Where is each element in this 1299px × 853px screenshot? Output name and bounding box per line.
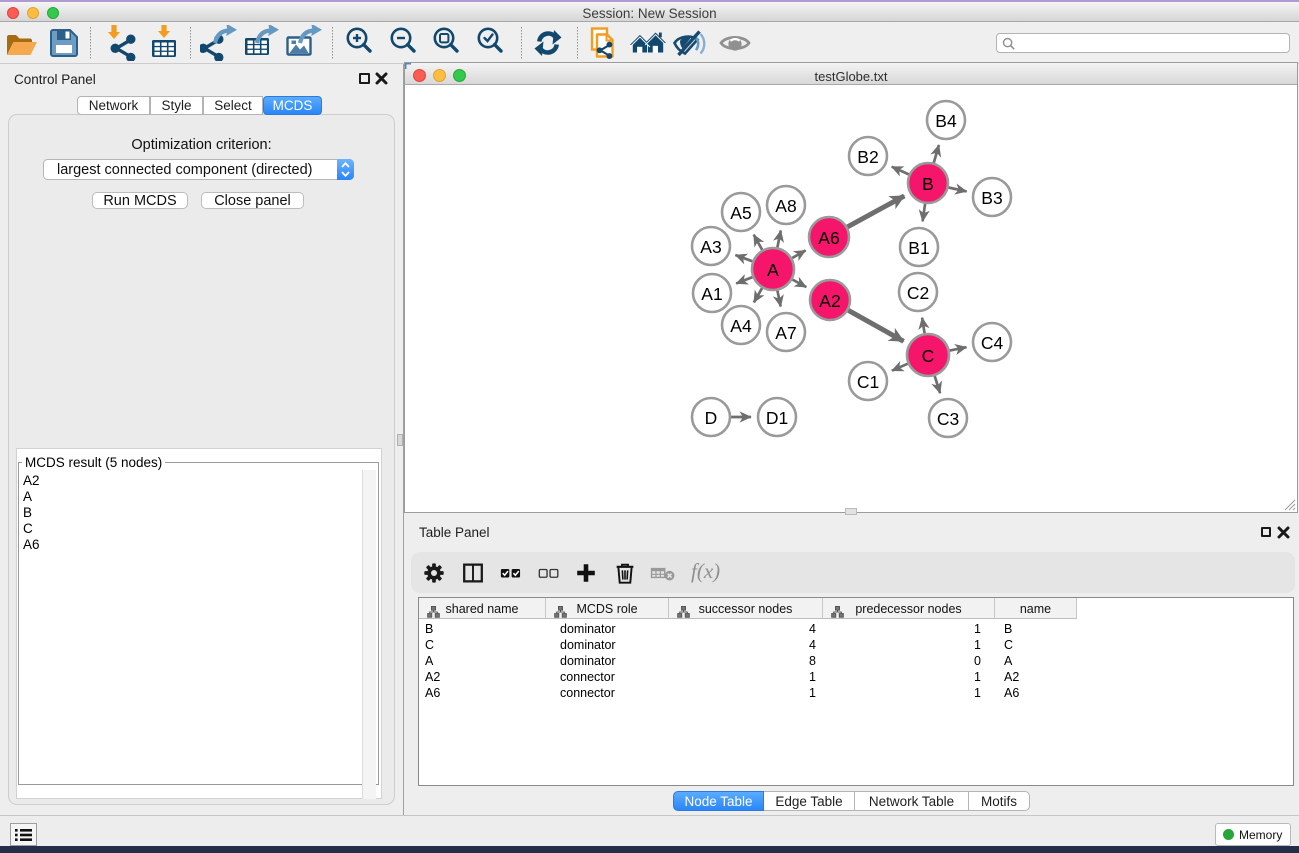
svg-text:A1: A1 [701,284,722,304]
svg-text:B1: B1 [908,238,929,258]
svg-text:B4: B4 [935,111,957,131]
svg-text:C1: C1 [857,372,879,392]
svg-text:C: C [922,346,935,366]
svg-text:D1: D1 [766,408,788,428]
svg-text:B: B [922,174,934,194]
svg-text:C3: C3 [937,409,959,429]
svg-text:C2: C2 [907,283,929,303]
svg-text:B3: B3 [981,188,1002,208]
svg-text:A7: A7 [775,323,796,343]
svg-text:A8: A8 [775,196,796,216]
svg-text:B2: B2 [857,147,878,167]
svg-text:D: D [705,408,718,428]
svg-text:A2: A2 [819,291,840,311]
svg-text:A6: A6 [818,228,839,248]
svg-text:C4: C4 [981,333,1004,353]
svg-text:A: A [767,260,779,280]
svg-text:A5: A5 [730,203,751,223]
svg-text:A3: A3 [700,237,721,257]
svg-text:A4: A4 [730,316,752,336]
